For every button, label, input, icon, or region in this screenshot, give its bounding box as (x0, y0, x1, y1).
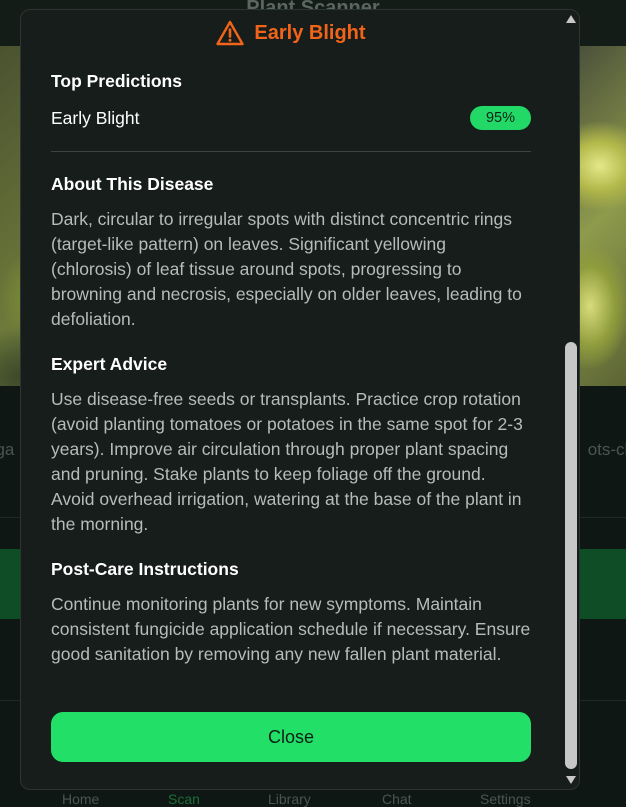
nav-item-home[interactable]: Home (62, 792, 99, 806)
about-disease-heading: About This Disease (51, 174, 214, 194)
expert-advice-text: Use disease-free seeds or transplants. P… (51, 389, 523, 534)
post-care-text: Continue monitoring plants for new sympt… (51, 594, 531, 664)
confidence-badge: 95% (470, 106, 531, 130)
warning-triangle-icon (216, 20, 245, 46)
prediction-name: Early Blight (51, 108, 140, 128)
modal-scrollbar[interactable] (563, 10, 579, 789)
close-button[interactable]: Close (51, 712, 531, 762)
background-chip-left: nga (0, 440, 15, 459)
modal-header: Early Blight (21, 19, 561, 47)
prediction-row: Early Blight 95% (51, 106, 531, 130)
section-divider (51, 151, 531, 152)
scroll-up-arrow-icon[interactable] (565, 14, 577, 24)
about-disease-text: Dark, circular to irregular spots with d… (51, 209, 522, 329)
disease-details-modal: Early Blight Top Predictions Early Bligh… (20, 9, 580, 790)
background-chip-right: ots-ch (587, 440, 626, 459)
nav-item-settings[interactable]: Settings (480, 792, 531, 806)
expert-advice-heading: Expert Advice (51, 354, 168, 374)
scroll-down-arrow-icon[interactable] (565, 775, 577, 785)
disease-title: Early Blight (254, 21, 366, 44)
nav-item-scan[interactable]: Scan (168, 792, 200, 806)
nav-item-library[interactable]: Library (268, 792, 311, 806)
nav-item-chat[interactable]: Chat (382, 792, 412, 806)
scrollbar-thumb[interactable] (565, 342, 577, 769)
post-care-heading: Post-Care Instructions (51, 559, 239, 579)
top-predictions-heading: Top Predictions (51, 71, 182, 91)
bottom-nav: Home Scan Library Chat Settings (0, 790, 626, 806)
